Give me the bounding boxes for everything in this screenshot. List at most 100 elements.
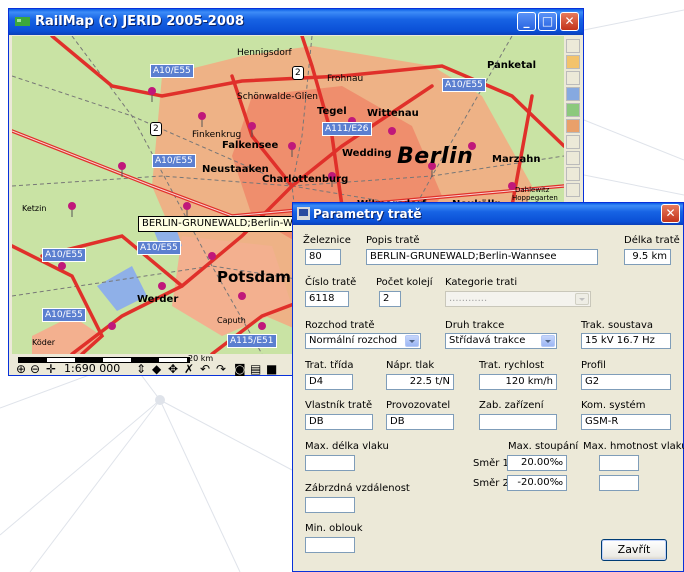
rychlost-field[interactable]: 120 km/h	[479, 374, 557, 390]
label-smer2: Směr 2	[473, 478, 509, 489]
railmap-titlebar[interactable]: RailMap (c) JERID 2005-2008 _ □ ✕	[9, 9, 583, 35]
label-maxdelka: Max. délka vlaku	[305, 441, 389, 452]
pencil-tool-icon[interactable]	[566, 55, 580, 69]
zabezpeceni-field[interactable]	[479, 414, 557, 430]
road-shield: A10/E55	[137, 241, 181, 255]
berlin-label: Berlin	[397, 144, 474, 169]
delka-field[interactable]: 9.5 km	[624, 249, 671, 265]
redo-icon[interactable]: ↷	[216, 363, 226, 375]
save-icon[interactable]: ■	[266, 363, 277, 375]
smer2-hmotnost-field[interactable]	[599, 475, 639, 491]
dialog-titlebar[interactable]: Parametry tratě ✕	[293, 203, 683, 225]
koleji-field[interactable]: 2	[379, 291, 401, 307]
label-delka: Délka tratě	[624, 235, 680, 246]
vlastnik-field[interactable]: DB	[305, 414, 373, 430]
road-shield: A111/E26	[322, 122, 372, 136]
map-city-label: Charlottenburg	[262, 174, 349, 185]
map-city-label: Tegel	[317, 106, 347, 117]
label-provozovatel: Provozovatel	[386, 400, 451, 411]
minimize-button[interactable]: _	[517, 12, 536, 31]
profil-field[interactable]: G2	[581, 374, 671, 390]
scale-value: 1:690 000	[64, 362, 121, 375]
undo-icon[interactable]: ↶	[200, 363, 210, 375]
soustava-field[interactable]: 15 kV 16.7 Hz	[581, 333, 671, 349]
label-stoupani: Max. stoupání	[508, 441, 579, 452]
map-city-label: Caputh	[217, 316, 246, 325]
map-city-label: Ketzin	[22, 204, 47, 213]
road-shield: A115/E51	[227, 334, 277, 348]
delete-icon[interactable]: ✗	[184, 363, 194, 375]
maxdelka-field[interactable]	[305, 455, 355, 471]
dialog-title: Parametry tratě	[313, 207, 422, 221]
rozchod-select[interactable]: Normální rozchod	[305, 333, 421, 349]
map-city-label: Werder	[137, 294, 179, 305]
map-city-label: Falkensee	[222, 140, 279, 151]
rozchod-value: Normální rozchod	[309, 335, 398, 346]
railmap-close-button[interactable]: ✕	[560, 12, 579, 31]
grid2-tool-icon[interactable]	[566, 167, 580, 181]
cislo-field[interactable]: 6118	[305, 291, 349, 307]
label-zabrzdna: Zábrzdná vzdálenost	[305, 483, 410, 494]
map-city-label: Panketal	[487, 60, 537, 71]
close-button[interactable]: Zavřít	[601, 539, 667, 561]
map-city-label: Marzahn	[492, 154, 541, 165]
zoom-in-icon[interactable]: ⊕	[16, 363, 26, 375]
zabrzdna-field[interactable]	[305, 497, 355, 513]
print-icon[interactable]: ▤	[250, 363, 261, 375]
maximize-button[interactable]: □	[538, 12, 557, 31]
flag-tool-icon[interactable]	[566, 87, 580, 101]
label-trakce: Druh trakce	[445, 320, 505, 331]
label-zabezpeceni: Zab. zařízení	[479, 400, 544, 411]
map-tool-icon[interactable]	[566, 119, 580, 133]
map-city-label: Wedding	[342, 148, 392, 159]
camera-icon[interactable]: ◙	[234, 363, 246, 375]
layer-tool-icon[interactable]	[566, 103, 580, 117]
flag2-tool-icon[interactable]	[566, 183, 580, 197]
label-smer1: Směr 1	[473, 458, 509, 469]
label-oblouk: Min. oblouk	[305, 523, 363, 534]
line-tool-icon[interactable]	[566, 151, 580, 165]
polyline-tool-icon[interactable]	[566, 71, 580, 85]
map-city-label: Dahlewitz	[515, 186, 550, 194]
oblouk-field[interactable]	[305, 537, 355, 553]
trida-field[interactable]: D4	[305, 374, 353, 390]
kategorie-value: ............	[449, 293, 488, 304]
komsystem-field[interactable]: GSM-R	[581, 414, 671, 430]
potsdam-label: Potsdam	[217, 268, 291, 286]
label-profil: Profil	[581, 360, 606, 371]
route-marker: 2	[150, 122, 162, 136]
zoom-out-icon[interactable]: ⊖	[30, 363, 40, 375]
smer2-stoupani-field[interactable]: -20.00‰	[507, 475, 567, 491]
tlak-field[interactable]: 22.5 t/N	[386, 374, 454, 390]
trakce-select[interactable]: Střídavá trakce	[445, 333, 557, 349]
move-icon[interactable]: ◆	[152, 363, 161, 375]
dialog-close-button[interactable]: ✕	[661, 204, 680, 223]
road-shield: A10/E55	[42, 308, 86, 322]
smer1-hmotnost-field[interactable]	[599, 455, 639, 471]
road-shield: A10/E55	[150, 64, 194, 78]
dialog-app-icon	[297, 207, 310, 220]
label-kategorie: Kategorie trati	[445, 277, 518, 288]
label-rychlost: Trat. rychlost	[479, 360, 545, 371]
label-rozchod: Rozchod tratě	[305, 320, 375, 331]
route-marker: 2	[292, 66, 304, 80]
parametry-trate-dialog: Parametry tratě ✕ Železnice 80 Popis tra…	[292, 202, 684, 572]
road-shield: A10/E55	[442, 78, 486, 92]
smer1-stoupani-field[interactable]: 20.00‰	[507, 455, 567, 471]
building-tool-icon[interactable]	[566, 135, 580, 149]
map-city-label: Hoppegarten	[512, 194, 558, 202]
kategorie-select[interactable]: ............	[445, 291, 591, 307]
crosshair-icon[interactable]: ✛	[46, 363, 56, 375]
label-soustava: Trak. soustava	[581, 320, 653, 331]
road-shield: A10/E55	[152, 154, 196, 168]
map-city-label: Wittenau	[367, 108, 419, 119]
zeleznice-field[interactable]: 80	[305, 249, 341, 265]
road-shield: A10/E55	[42, 248, 86, 262]
pan-icon[interactable]: ✥	[168, 363, 178, 375]
stepper-icon[interactable]: ⇕	[136, 363, 146, 375]
provozovatel-field[interactable]: DB	[386, 414, 454, 430]
map-city-label: Köder	[32, 338, 56, 347]
popis-field[interactable]: BERLIN-GRUNEWALD;Berlin-Wannsee	[366, 249, 598, 265]
grid-tool-icon[interactable]	[566, 39, 580, 53]
map-city-label: Frohnau	[327, 74, 364, 84]
